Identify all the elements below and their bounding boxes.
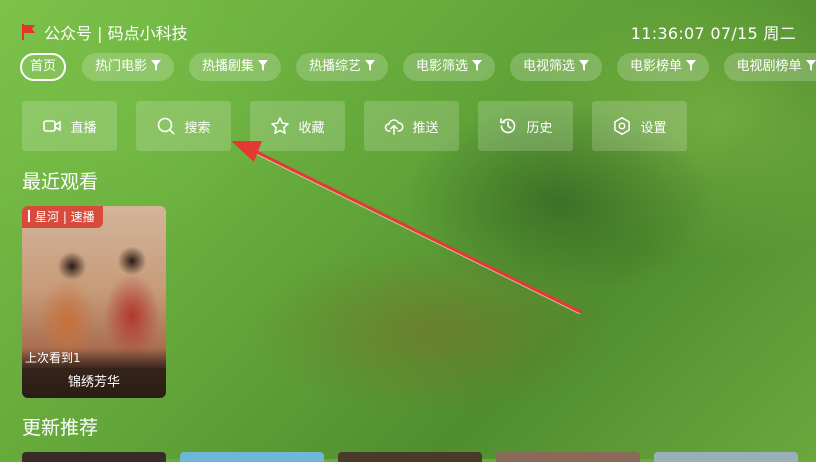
recent-card[interactable]: 星河 | 速播 上次看到1 锦绣芳华: [22, 206, 166, 398]
tab-movie-filter[interactable]: 电影筛选: [403, 53, 495, 81]
recent-section-title: 最近观看: [22, 171, 99, 193]
filter-icon: [579, 60, 589, 71]
star-icon: [271, 117, 290, 134]
favorites-button[interactable]: 收藏: [250, 101, 345, 151]
tab-tv-ranking[interactable]: 电视剧榜单: [724, 53, 816, 81]
video-camera-icon: [43, 120, 62, 132]
search-icon: [158, 117, 176, 135]
tab-label: 热播综艺: [308, 59, 361, 74]
search-button[interactable]: 搜索: [136, 101, 231, 151]
tab-label: 电影筛选: [415, 59, 468, 74]
filter-icon: [258, 60, 268, 71]
tab-label: 电影榜单: [629, 59, 682, 74]
update-card[interactable]: [496, 452, 640, 462]
cloud-upload-icon: [385, 119, 404, 135]
top-bar: 公众号 | 码点小科技 11:36:07 07/15 周二: [22, 20, 796, 44]
filter-icon: [805, 60, 816, 71]
tab-label: 热门电影: [94, 59, 147, 74]
action-label: 设置: [640, 120, 667, 136]
filter-icon: [151, 60, 161, 71]
tab-movie-ranking[interactable]: 电影榜单: [617, 53, 709, 81]
badge-text: 星河 | 速播: [35, 210, 95, 224]
tab-hot-series[interactable]: 热播剧集: [189, 53, 281, 81]
tab-label: 电视筛选: [522, 59, 575, 74]
tab-hot-movies[interactable]: 热门电影: [82, 53, 174, 81]
filter-icon: [365, 60, 375, 71]
history-icon: [500, 118, 516, 134]
filter-icon: [472, 60, 482, 71]
watch-progress: 上次看到1: [22, 348, 166, 368]
settings-icon: [614, 117, 631, 135]
settings-button[interactable]: 设置: [592, 101, 687, 151]
update-card[interactable]: [338, 452, 482, 462]
update-card[interactable]: [22, 452, 166, 462]
card-title: 锦绣芳华: [22, 368, 166, 398]
action-label: 直播: [70, 120, 97, 136]
action-label: 收藏: [298, 120, 325, 136]
brand-text: 公众号 | 码点小科技: [44, 24, 188, 43]
action-label: 推送: [412, 120, 439, 136]
brand: 公众号 | 码点小科技: [22, 20, 188, 44]
updates-section-title: 更新推荐: [22, 417, 99, 439]
flag-icon: [22, 24, 35, 40]
update-card[interactable]: [180, 452, 324, 462]
tab-tv-filter[interactable]: 电视筛选: [510, 53, 602, 81]
filter-icon: [686, 60, 696, 71]
tab-label: 热播剧集: [201, 59, 254, 74]
clock: 11:36:07 07/15 周二: [630, 24, 796, 43]
tab-home[interactable]: 首页: [20, 53, 66, 81]
category-tabs: 首页 热门电影 热播剧集 热播综艺 电影筛选 电视筛选 电影榜单 电视剧榜单: [20, 53, 816, 83]
action-label: 历史: [526, 120, 553, 136]
action-label: 搜索: [184, 120, 211, 136]
live-button[interactable]: 直播: [22, 101, 117, 151]
history-button[interactable]: 历史: [478, 101, 573, 151]
tab-label: 电视剧榜单: [736, 59, 802, 74]
tab-hot-variety[interactable]: 热播综艺: [296, 53, 388, 81]
source-badge: 星河 | 速播: [22, 206, 103, 228]
tab-label: 首页: [29, 59, 56, 74]
push-button[interactable]: 推送: [364, 101, 459, 151]
update-card[interactable]: [654, 452, 798, 462]
